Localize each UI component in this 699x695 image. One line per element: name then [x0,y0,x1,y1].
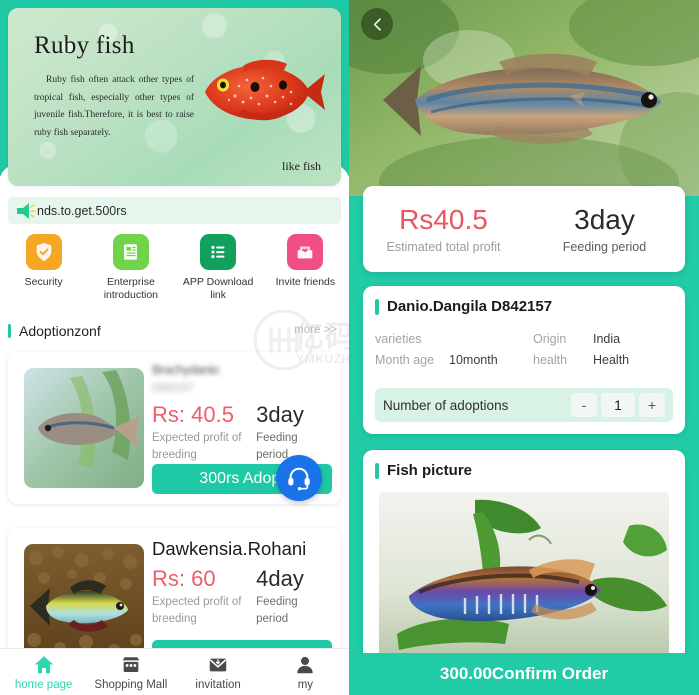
quick-link-label: Enterprise introduction [103,276,159,302]
quick-links-row: Security Enterprise introduction APP Dow… [0,234,349,306]
quantity-value[interactable]: 1 [601,393,635,417]
list-icon [200,234,237,270]
card-info: Dawkensia.Rohani Rs: 60 Expected profit … [152,538,331,627]
section-title: Adoptionzonf [19,323,101,339]
chevron-left-icon [373,17,381,31]
fish-thumbnail [24,544,144,664]
attr-key: Origin [533,332,567,346]
quantity-stepper[interactable]: - 1 + [571,393,665,417]
home-pane: Ruby fish Ruby fish often attack other t… [0,0,349,695]
fish-name-title: Danio.Dangila D842157 [387,298,553,315]
document-icon [112,234,149,270]
banner-body-text: Ruby fish often attack other types of tr… [34,75,194,138]
banner-caption: like fish [282,159,321,173]
attr-value: India [593,332,621,346]
promo-banner[interactable]: Ruby fish Ruby fish often attack other t… [8,8,341,186]
picture-title: Fish picture [387,462,473,479]
card-profit-block: Rs: 40.5 Expected profit of breeding [152,402,256,463]
tab-label: Shopping Mall [94,678,168,691]
attr-key: health [533,353,568,367]
card-period-block: 4day Feeding period [256,566,331,627]
profit-summary-card: Rs40.5 Estimated total profit 3day Feedi… [363,186,685,272]
card-subtitle: D842157 [152,382,194,394]
tab-invitation[interactable]: invitation [175,654,262,691]
card-stats: Rs: 40.5 Expected profit of breeding 3da… [152,402,331,463]
customer-service-button[interactable] [276,455,322,501]
card-profit-block: Rs: 60 Expected profit of breeding [152,566,256,627]
feeding-period-block: 3day Feeding period [524,204,685,254]
fish-picture-card: Fish picture [363,450,685,668]
gift-heart-icon [287,234,324,270]
fish-picture-image [379,492,669,656]
confirm-order-button[interactable]: 300.00Confirm Order [349,653,699,695]
ruby-fish-illustration [205,59,325,121]
picture-card-header: Fish picture [363,450,685,479]
bottom-tab-bar: home page Shopping Mall invitation my [0,648,349,695]
tab-shopping-mall[interactable]: Shopping Mall [87,654,174,691]
detail-card-header: Danio.Dangila D842157 [363,286,685,315]
feeding-period-caption: Feeding period [562,240,647,254]
card-price-caption: Expected profit of breeding [152,596,242,625]
quick-link-label: APP Download link [182,276,254,302]
card-info: Brachydanio D842157 Rs: 40.5 Expected pr… [152,362,331,463]
estimated-profit-caption: Estimated total profit [386,240,501,254]
card-period: 4day [256,566,304,591]
person-icon [297,656,314,673]
notice-text: nds.to.get.500rs [37,203,127,218]
tab-label: home page [14,678,73,691]
quantity-increment-button[interactable]: + [639,393,665,417]
quick-link-label: Invite friends [275,276,336,288]
tab-label: invitation [195,678,241,691]
detail-pane: Rs40.5 Estimated total profit 3day Feedi… [349,0,699,695]
fish-thumbnail [24,368,144,488]
quick-link-security[interactable]: Security [0,234,87,306]
estimated-profit-value: Rs40.5 [399,204,488,235]
banner-title: Ruby fish [34,32,135,59]
back-button[interactable] [361,8,393,40]
tab-my[interactable]: my [262,654,349,691]
store-icon [122,656,140,672]
app-screen: Ruby fish Ruby fish often attack other t… [0,0,699,695]
card-title: Dawkensia.Rohani [152,538,307,559]
card-period-block: 3day Feeding period [256,402,331,463]
card-period-caption: Feeding period [256,596,298,625]
fish-detail-card: Danio.Dangila D842157 varieties Origin I… [363,286,685,434]
home-icon [34,655,53,673]
attr-value: Health [593,353,630,367]
accent-bar [375,298,379,315]
hero-fish-photo [349,0,699,196]
feeding-period-value: 3day [574,204,635,235]
attr-key: varieties [375,332,422,346]
shield-check-icon [25,234,62,270]
attr-key: Month age [375,353,435,367]
card-price-caption: Expected profit of breeding [152,432,242,461]
quantity-label: Number of adoptions [383,397,509,413]
tab-home-page[interactable]: home page [0,654,87,691]
accent-bar [375,462,379,479]
envelope-icon [209,658,227,671]
card-period: 3day [256,402,304,427]
quick-link-invite-friends[interactable]: Invite friends [262,234,349,306]
adoption-quantity-row: Number of adoptions - 1 + [375,388,673,422]
card-price: Rs: 60 [152,566,216,591]
tab-label: my [297,678,314,691]
detail-attributes-grid: varieties Origin India Month age 10month… [375,332,673,367]
notice-marquee[interactable]: nds.to.get.500rs [8,197,341,224]
card-stats: Rs: 60 Expected profit of breeding 4day … [152,566,331,627]
card-price: Rs: 40.5 [152,402,234,427]
quick-link-label: Security [24,276,63,288]
estimated-profit-block: Rs40.5 Estimated total profit [363,204,524,254]
attr-value: 10month [449,353,498,367]
quantity-decrement-button[interactable]: - [571,393,597,417]
quick-link-app-download[interactable]: APP Download link [175,234,262,306]
megaphone-icon [16,202,36,220]
more-link[interactable]: more >> [294,324,337,336]
accent-bar [8,324,11,338]
card-title: Brachydanio [152,362,219,377]
headset-icon [288,467,310,491]
quick-link-enterprise[interactable]: Enterprise introduction [87,234,174,306]
